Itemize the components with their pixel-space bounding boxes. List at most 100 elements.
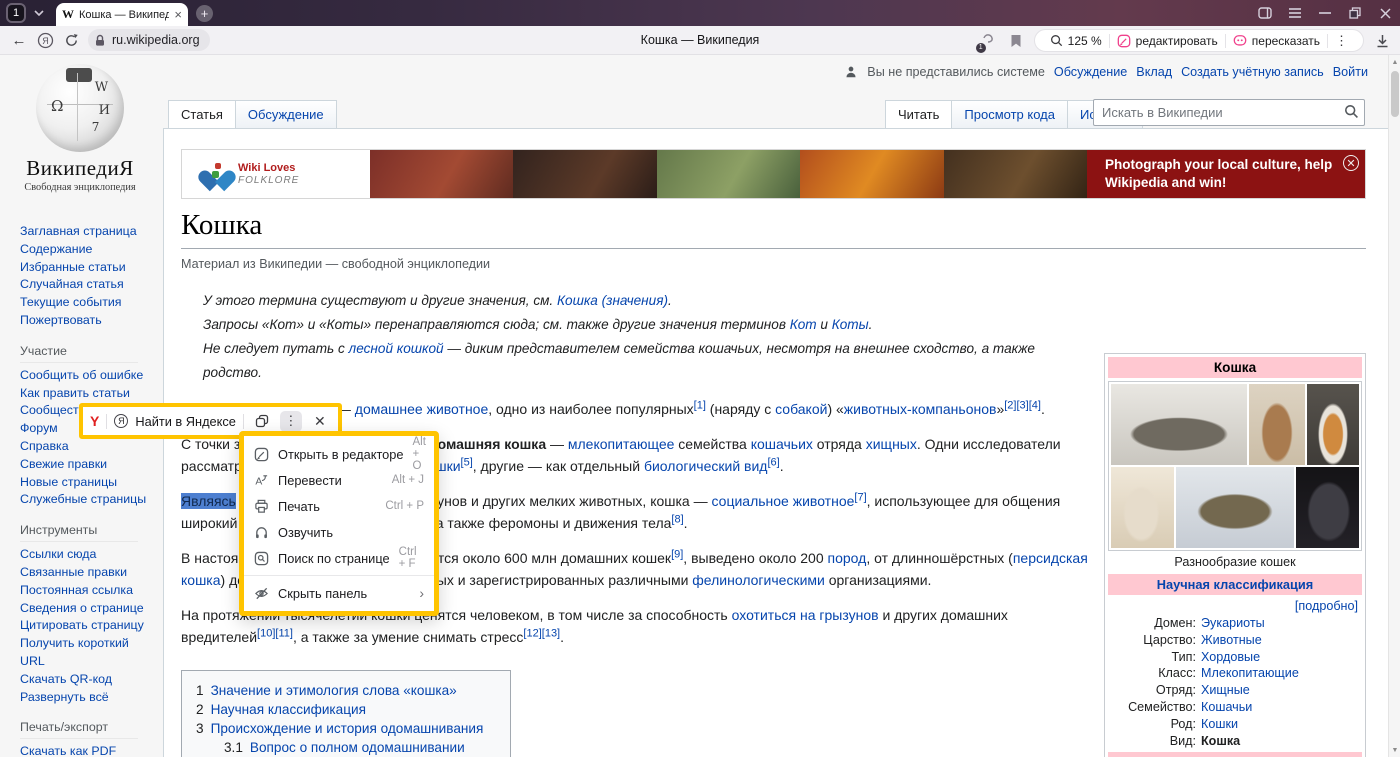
yandex-search-icon: Я [114,414,128,428]
minimize-button[interactable] [1310,0,1340,26]
sidebar-link[interactable]: Постоянная ссылка [20,582,155,600]
tab-read[interactable]: Читать [885,100,952,128]
banner-brand-bottom: FOLKLORE [238,175,299,187]
wikipedia-tagline: Свободная энциклопедия [20,182,140,193]
sidebar-link[interactable]: Текущие события [20,294,155,312]
wikipedia-favicon: W [62,7,74,22]
bookmark-icon[interactable] [1006,31,1026,51]
address-bar[interactable]: ru.wikipedia.org [88,29,210,51]
sidebar-link[interactable]: Новые страницы [20,474,155,492]
sidebar-link[interactable]: Сообщить об ошибке [20,367,155,385]
sidebar-link[interactable]: Получить короткий URL [20,635,155,671]
taxonomy-value[interactable]: Хордовые [1201,649,1260,666]
menu-item-print[interactable]: Печать Ctrl + P [244,493,434,519]
menu-item-hide-panel[interactable]: Скрыть панель › [244,580,434,606]
cat-collage-image[interactable] [1108,381,1362,551]
sidebar-link[interactable]: Свежие правки [20,456,155,474]
sidebar-link[interactable]: Сведения о странице [20,600,155,618]
sidebar-link[interactable]: Избранные статьи [20,259,155,277]
zoom-control[interactable]: 125 % [1043,34,1109,48]
details-link[interactable]: [подробно] [1295,599,1358,613]
retell-button[interactable]: пересказать [1226,34,1327,48]
edit-page-button[interactable]: редактировать [1110,34,1225,48]
menu-item-read-aloud[interactable]: Озвучить [244,519,434,545]
close-window-button[interactable] [1370,0,1400,26]
sidebar-link[interactable]: Случайная статья [20,276,155,294]
back-button[interactable]: ← [6,29,32,51]
sidebar-link[interactable]: Как править статьи [20,385,155,403]
scroll-down-icon[interactable]: ▼ [1389,744,1400,756]
tab-talk[interactable]: Обсуждение [236,100,337,128]
banner-close-icon[interactable]: ✕ [1343,155,1359,171]
toc-number: 1 [196,681,204,700]
search-icon[interactable] [1344,104,1359,119]
page-scrollbar[interactable]: ▲ ▼ [1388,55,1400,757]
taxonomy-value[interactable]: Кошка [1201,733,1240,750]
find-in-yandex-button[interactable]: Найти в Яндексе [135,414,236,429]
active-tab[interactable]: W Кошка — Википедия × [56,3,188,26]
sidebar-link[interactable]: Скачать QR-код [20,671,155,689]
lock-icon [94,34,106,47]
menu-item-find-on-page[interactable]: Поиск по странице Ctrl + F [244,545,434,571]
reload-button[interactable] [58,29,84,51]
more-actions-button[interactable]: ⋮ [1328,33,1355,49]
sidebar-link[interactable]: Развернуть всё [20,689,155,707]
personal-link-talk[interactable]: Обсуждение [1054,65,1127,79]
toolbar-close-icon[interactable]: ✕ [309,411,331,432]
personal-link-create-account[interactable]: Создать учётную запись [1181,65,1324,79]
restore-button[interactable] [1340,0,1370,26]
copy-icon[interactable] [251,411,273,432]
taxonomy-value[interactable]: Кошачьи [1201,699,1252,716]
tab-counter-button[interactable]: 1 [6,3,26,23]
article-subtitle: Материал из Википедии — свободной энцикл… [181,257,1093,271]
taxonomy-value[interactable]: Млекопитающие [1201,665,1299,682]
scrollbar-thumb[interactable] [1391,71,1399,117]
toc-link[interactable]: Вопрос о полном одомашнивании [250,738,465,757]
scroll-up-icon[interactable]: ▲ [1389,56,1400,68]
tabs-dropdown-chevron-icon[interactable] [30,4,48,22]
toc-item[interactable]: 1 Значение и этимология слова «кошка» [196,681,496,700]
sidebar-link[interactable]: Служебные страницы [20,491,155,509]
taxonomy-value[interactable]: Кошки [1201,716,1238,733]
downloads-icon[interactable] [1372,31,1392,51]
taxonomy-value[interactable]: Хищные [1201,682,1250,699]
retell-label: пересказать [1252,34,1320,48]
taxonomy-value[interactable]: Животные [1201,632,1262,649]
yandex-profile-button[interactable]: Я [32,29,58,51]
banner-photo [513,150,656,198]
toc-item[interactable]: 3 Происхождение и история одомашнивания [196,719,496,738]
wikipedia-logo[interactable]: Ω W И 7 ВикипедиЯ Свободная энциклопедия [20,64,140,193]
toolbar-more-button[interactable]: ⋮ [280,411,302,432]
tab-view-source[interactable]: Просмотр кода [952,100,1068,128]
menu-item-open-in-editor[interactable]: Открыть в редакторе Alt + O [244,441,434,467]
toc-item[interactable]: 3.1 Вопрос о полном одомашнивании [196,738,496,757]
sidebar-link[interactable]: Ссылки сюда [20,546,155,564]
sidebar-link[interactable]: Справка [20,438,155,456]
sidebar-link[interactable]: Заглавная страница [20,223,155,241]
table-of-contents: 1 Значение и этимология слова «кошка» 2 … [181,670,511,757]
menu-hamburger-button[interactable] [1280,0,1310,26]
sidebar-link[interactable]: Содержание [20,241,155,259]
personal-link-login[interactable]: Войти [1333,65,1368,79]
taxonomy-value[interactable]: Эукариоты [1201,615,1265,632]
tab-close-icon[interactable]: × [174,8,182,21]
wiki-loves-folklore-banner[interactable]: Wiki Loves FOLKLORE Photograph your loca… [181,149,1366,199]
toc-link[interactable]: Научная классификация [211,700,366,719]
toc-link[interactable]: Значение и этимология слова «кошка» [211,681,457,700]
toc-link[interactable]: Происхождение и история одомашнивания [211,719,484,738]
menu-item-translate[interactable]: A Перевести Alt + J [244,467,434,493]
tab-article[interactable]: Статья [168,100,236,128]
edit-label: редактировать [1136,34,1218,48]
collections-icon[interactable]: 1 [978,31,998,51]
sidebar-link[interactable]: Цитировать страницу [20,617,155,635]
sidebar-link[interactable]: Связанные правки [20,564,155,582]
wiki-search-input[interactable] [1093,99,1365,126]
personal-link-contribs[interactable]: Вклад [1136,65,1172,79]
toc-item[interactable]: 2 Научная классификация [196,700,496,719]
infobox-section-classification[interactable]: Научная классификация [1108,574,1362,595]
wiki-search [1093,99,1365,126]
sidebar-link[interactable]: Пожертвовать [20,312,155,330]
side-panel-button[interactable] [1250,0,1280,26]
new-tab-button[interactable]: + [196,5,213,22]
sidebar-link[interactable]: Скачать как PDF [20,743,155,757]
